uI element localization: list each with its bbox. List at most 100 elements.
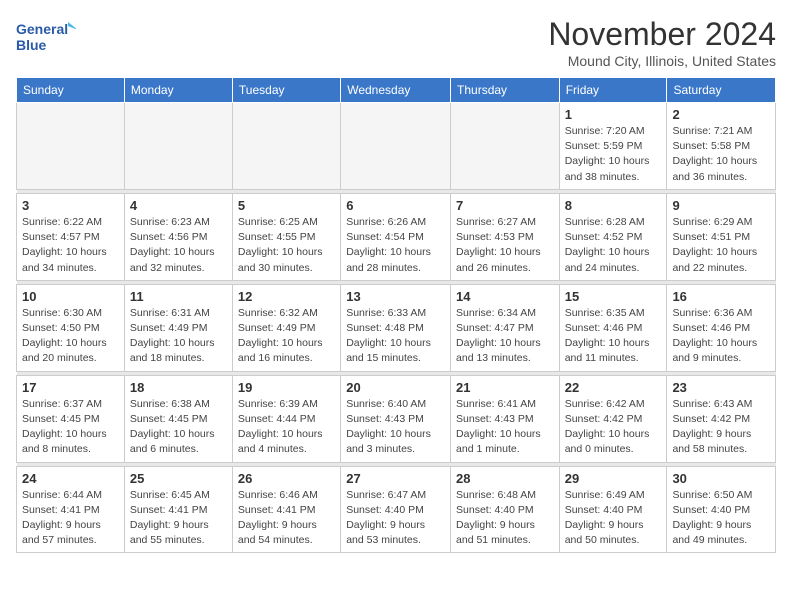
calendar-cell: 17Sunrise: 6:37 AMSunset: 4:45 PMDayligh… (17, 375, 125, 462)
calendar-cell (124, 103, 232, 190)
day-number: 5 (238, 198, 335, 213)
title-area: November 2024 Mound City, Illinois, Unit… (548, 16, 776, 69)
day-info: Sunrise: 6:42 AMSunset: 4:42 PMDaylight:… (565, 397, 662, 458)
day-info: Sunrise: 6:44 AMSunset: 4:41 PMDaylight:… (22, 488, 119, 549)
calendar-cell (341, 103, 451, 190)
day-info: Sunrise: 6:46 AMSunset: 4:41 PMDaylight:… (238, 488, 335, 549)
day-info: Sunrise: 6:26 AMSunset: 4:54 PMDaylight:… (346, 215, 445, 276)
day-number: 14 (456, 289, 554, 304)
day-info: Sunrise: 6:39 AMSunset: 4:44 PMDaylight:… (238, 397, 335, 458)
day-number: 27 (346, 471, 445, 486)
weekday-header-tuesday: Tuesday (232, 78, 340, 103)
calendar-cell: 26 Sunrise: 6:46 AMSunset: 4:41 PMDayligh… (232, 466, 340, 553)
day-info: Sunrise: 6:50 AMSunset: 4:40 PMDaylight:… (672, 488, 770, 549)
location-title: Mound City, Illinois, United States (548, 53, 776, 69)
calendar-cell: 4Sunrise: 6:23 AMSunset: 4:56 PMDaylight… (124, 193, 232, 280)
day-number: 11 (130, 289, 227, 304)
calendar-cell: 18 Sunrise: 6:38 AMSunset: 4:45 PMDayligh… (124, 375, 232, 462)
day-info: Sunrise: 6:43 AMSunset: 4:42 PMDaylight:… (672, 397, 770, 458)
calendar-cell: 5Sunrise: 6:25 AMSunset: 4:55 PMDaylight… (232, 193, 340, 280)
header: General Blue November 2024 Mound City, I… (16, 16, 776, 69)
weekday-header-row: SundayMondayTuesdayWednesdayThursdayFrid… (17, 78, 776, 103)
day-number: 21 (456, 380, 554, 395)
day-number: 18 (130, 380, 227, 395)
day-info: Sunrise: 6:32 AMSunset: 4:49 PMDaylight:… (238, 306, 335, 367)
weekday-header-monday: Monday (124, 78, 232, 103)
svg-text:General: General (16, 21, 68, 37)
day-number: 16 (672, 289, 770, 304)
day-number: 22 (565, 380, 662, 395)
calendar-cell: 9 Sunrise: 6:29 AMSunset: 4:51 PMDaylight… (667, 193, 776, 280)
weekday-header-sunday: Sunday (17, 78, 125, 103)
day-info: Sunrise: 6:29 AMSunset: 4:51 PMDaylight:… (672, 215, 770, 276)
day-info: Sunrise: 6:33 AMSunset: 4:48 PMDaylight:… (346, 306, 445, 367)
day-number: 10 (22, 289, 119, 304)
calendar-cell: 10 Sunrise: 6:30 AMSunset: 4:50 PMDayligh… (17, 284, 125, 371)
calendar-cell: 16 Sunrise: 6:36 AMSunset: 4:46 PMDayligh… (667, 284, 776, 371)
day-number: 15 (565, 289, 662, 304)
calendar-cell: 19Sunrise: 6:39 AMSunset: 4:44 PMDayligh… (232, 375, 340, 462)
day-number: 26 (238, 471, 335, 486)
day-info: Sunrise: 6:36 AMSunset: 4:46 PMDaylight:… (672, 306, 770, 367)
calendar-cell (17, 103, 125, 190)
calendar-cell: 3Sunrise: 6:22 AMSunset: 4:57 PMDaylight… (17, 193, 125, 280)
calendar-week-2: 10 Sunrise: 6:30 AMSunset: 4:50 PMDayligh… (17, 284, 776, 371)
calendar-cell: 29 Sunrise: 6:49 AMSunset: 4:40 PMDayligh… (559, 466, 667, 553)
day-number: 23 (672, 380, 770, 395)
day-info: Sunrise: 7:21 AMSunset: 5:58 PMDaylight:… (672, 124, 770, 185)
day-number: 7 (456, 198, 554, 213)
day-info: Sunrise: 6:28 AMSunset: 4:52 PMDaylight:… (565, 215, 662, 276)
day-number: 13 (346, 289, 445, 304)
calendar-cell: 25Sunrise: 6:45 AMSunset: 4:41 PMDayligh… (124, 466, 232, 553)
day-number: 20 (346, 380, 445, 395)
calendar-cell: 30 Sunrise: 6:50 AMSunset: 4:40 PMDayligh… (667, 466, 776, 553)
day-info: Sunrise: 6:34 AMSunset: 4:47 PMDaylight:… (456, 306, 554, 367)
calendar-cell: 20Sunrise: 6:40 AMSunset: 4:43 PMDayligh… (341, 375, 451, 462)
day-info: Sunrise: 6:27 AMSunset: 4:53 PMDaylight:… (456, 215, 554, 276)
calendar-cell: 8 Sunrise: 6:28 AMSunset: 4:52 PMDaylight… (559, 193, 667, 280)
day-number: 29 (565, 471, 662, 486)
day-info: Sunrise: 6:48 AMSunset: 4:40 PMDaylight:… (456, 488, 554, 549)
day-number: 4 (130, 198, 227, 213)
weekday-header-thursday: Thursday (451, 78, 560, 103)
day-number: 9 (672, 198, 770, 213)
day-info: Sunrise: 6:38 AMSunset: 4:45 PMDaylight:… (130, 397, 227, 458)
calendar-cell: 28 Sunrise: 6:48 AMSunset: 4:40 PMDayligh… (451, 466, 560, 553)
day-info: Sunrise: 6:49 AMSunset: 4:40 PMDaylight:… (565, 488, 662, 549)
calendar-cell: 21 Sunrise: 6:41 AMSunset: 4:43 PMDayligh… (451, 375, 560, 462)
calendar-cell: 14 Sunrise: 6:34 AMSunset: 4:47 PMDayligh… (451, 284, 560, 371)
weekday-header-friday: Friday (559, 78, 667, 103)
calendar-week-3: 17Sunrise: 6:37 AMSunset: 4:45 PMDayligh… (17, 375, 776, 462)
calendar-cell: 11 Sunrise: 6:31 AMSunset: 4:49 PMDayligh… (124, 284, 232, 371)
day-number: 24 (22, 471, 119, 486)
day-info: Sunrise: 6:41 AMSunset: 4:43 PMDaylight:… (456, 397, 554, 458)
calendar-cell: 6 Sunrise: 6:26 AMSunset: 4:54 PMDaylight… (341, 193, 451, 280)
day-info: Sunrise: 6:31 AMSunset: 4:49 PMDaylight:… (130, 306, 227, 367)
day-info: Sunrise: 7:20 AMSunset: 5:59 PMDaylight:… (565, 124, 662, 185)
calendar-cell: 1Sunrise: 7:20 AMSunset: 5:59 PMDaylight… (559, 103, 667, 190)
calendar-week-0: 1Sunrise: 7:20 AMSunset: 5:59 PMDaylight… (17, 103, 776, 190)
day-info: Sunrise: 6:35 AMSunset: 4:46 PMDaylight:… (565, 306, 662, 367)
day-number: 8 (565, 198, 662, 213)
day-info: Sunrise: 6:47 AMSunset: 4:40 PMDaylight:… (346, 488, 445, 549)
logo-icon: General Blue (16, 16, 76, 56)
day-number: 6 (346, 198, 445, 213)
calendar-cell: 12Sunrise: 6:32 AMSunset: 4:49 PMDayligh… (232, 284, 340, 371)
day-number: 28 (456, 471, 554, 486)
calendar-cell: 23 Sunrise: 6:43 AMSunset: 4:42 PMDayligh… (667, 375, 776, 462)
day-number: 25 (130, 471, 227, 486)
month-title: November 2024 (548, 16, 776, 53)
calendar: SundayMondayTuesdayWednesdayThursdayFrid… (16, 77, 776, 553)
calendar-week-1: 3Sunrise: 6:22 AMSunset: 4:57 PMDaylight… (17, 193, 776, 280)
calendar-cell: 15 Sunrise: 6:35 AMSunset: 4:46 PMDayligh… (559, 284, 667, 371)
svg-text:Blue: Blue (16, 37, 47, 53)
calendar-cell: 2Sunrise: 7:21 AMSunset: 5:58 PMDaylight… (667, 103, 776, 190)
calendar-cell (451, 103, 560, 190)
calendar-cell: 27 Sunrise: 6:47 AMSunset: 4:40 PMDayligh… (341, 466, 451, 553)
day-info: Sunrise: 6:30 AMSunset: 4:50 PMDaylight:… (22, 306, 119, 367)
calendar-cell (232, 103, 340, 190)
day-number: 30 (672, 471, 770, 486)
day-number: 17 (22, 380, 119, 395)
calendar-cell: 13 Sunrise: 6:33 AMSunset: 4:48 PMDayligh… (341, 284, 451, 371)
weekday-header-saturday: Saturday (667, 78, 776, 103)
